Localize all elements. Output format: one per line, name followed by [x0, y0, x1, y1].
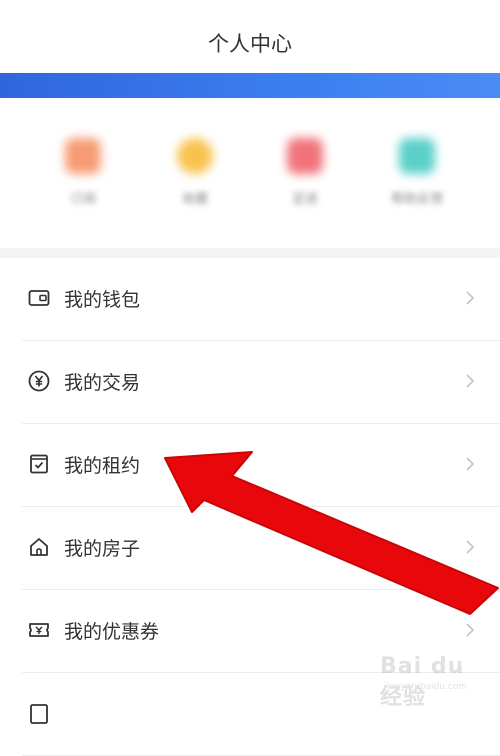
- coupon-icon: [29, 623, 49, 637]
- orange-square-icon: [65, 138, 101, 174]
- teal-box-icon: [399, 138, 435, 174]
- shortcut-item-subscribe[interactable]: 订阅: [43, 138, 123, 228]
- menu-item-label: 我的优惠券: [64, 621, 160, 643]
- shortcut-item-help[interactable]: 帮助反馈: [377, 138, 457, 228]
- watermark-subtext: jingyan.baidu.com: [384, 682, 468, 692]
- page-title: 个人中心: [208, 32, 292, 56]
- wallet-icon: [28, 290, 50, 306]
- chevron-right-icon: [466, 374, 475, 388]
- shortcut-label: 订阅: [69, 192, 96, 207]
- menu-item-label: 我的房子: [64, 538, 141, 560]
- menu-item-transactions[interactable]: 我的交易: [22, 341, 500, 424]
- shortcut-row: 订阅 收藏 足迹 帮助反馈: [0, 98, 500, 248]
- menu-item-label: 我的交易: [64, 372, 141, 394]
- shortcut-item-footprint[interactable]: 足迹: [265, 138, 345, 228]
- menu-item-wallet[interactable]: 我的钱包: [22, 258, 500, 341]
- menu-item-house[interactable]: 我的房子: [22, 507, 500, 590]
- chevron-right-icon: [466, 291, 475, 305]
- shortcut-label: 收藏: [181, 192, 208, 207]
- footprint-icon: [287, 138, 323, 174]
- house-icon: [30, 538, 48, 556]
- lease-icon: [30, 454, 48, 474]
- profile-banner: [0, 73, 500, 98]
- book-icon: [30, 704, 48, 724]
- top-header: 个人中心: [0, 0, 500, 78]
- baidu-watermark: Bai du 经验 jingyan.baidu.com: [380, 648, 490, 710]
- section-divider: [0, 248, 500, 258]
- menu-item-label: 我的钱包: [64, 289, 141, 311]
- menu-item-label: 我的租约: [64, 455, 141, 477]
- shortcut-item-favorites[interactable]: 收藏: [155, 138, 235, 228]
- star-icon: [177, 138, 213, 174]
- menu-item-lease[interactable]: 我的租约: [22, 424, 500, 507]
- chevron-right-icon: [466, 457, 475, 471]
- yen-icon: [28, 370, 50, 392]
- chevron-right-icon: [466, 540, 475, 554]
- shortcut-label: 足迹: [291, 192, 318, 207]
- chevron-right-icon: [466, 623, 475, 637]
- shortcut-label: 帮助反馈: [390, 192, 443, 207]
